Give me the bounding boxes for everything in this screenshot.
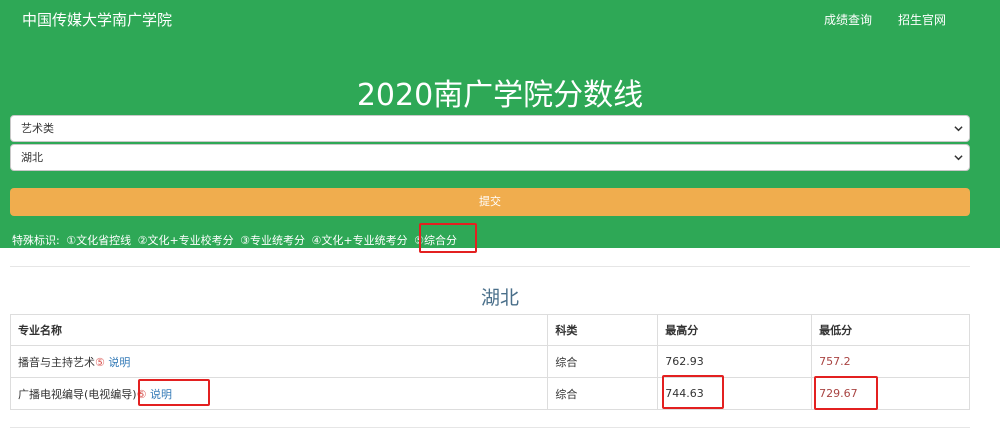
note-link[interactable]: 说明 [108, 356, 130, 369]
divider [10, 427, 970, 428]
category-select[interactable]: 艺术类 [10, 115, 970, 142]
major-name: 播音与主持艺术 [18, 355, 95, 369]
nav-admission-site[interactable]: 招生官网 [898, 11, 946, 28]
composite-badge: ⑤ [95, 355, 105, 369]
chevron-down-icon [954, 126, 963, 132]
highlight-box [138, 379, 210, 406]
submit-button[interactable]: 提交 [10, 188, 970, 216]
column-header-min: 最低分 [811, 314, 970, 346]
column-header-max: 最高分 [657, 314, 813, 346]
type-cell: 综合 [547, 377, 659, 410]
max-score-cell: 762.93 [657, 345, 813, 378]
type-cell: 综合 [547, 345, 659, 378]
column-header-type: 科类 [547, 314, 659, 346]
highlight-box [814, 376, 878, 410]
major-cell: 播音与主持艺术⑤ 说明 [9, 345, 549, 378]
page-title: 2020南广学院分数线 [356, 78, 644, 113]
min-score-cell: 757.2 [811, 345, 970, 378]
site-brand[interactable]: 中国传媒大学南广学院 [22, 9, 172, 30]
chevron-down-icon [954, 155, 963, 161]
legend-item-province-line: ①文化省控线 [66, 234, 132, 247]
legend-label: 特殊标识: [12, 234, 60, 247]
major-name: 广播电视编导(电视编导) [18, 387, 137, 401]
column-header-major: 专业名称 [9, 314, 549, 346]
legend-item-unified-exam: ③专业统考分 [240, 234, 306, 247]
special-marks-legend: 特殊标识: ①文化省控线 ②文化+专业校考分 ③专业统考分 ④文化+专业统考分 … [12, 232, 460, 248]
divider [10, 266, 970, 267]
legend-item-culture-school-exam: ②文化+专业校考分 [137, 234, 234, 247]
category-select-value: 艺术类 [21, 122, 54, 135]
region-heading: 湖北 [480, 287, 519, 309]
nav-score-query[interactable]: 成绩查询 [824, 11, 872, 28]
highlight-box [662, 375, 724, 409]
hero-banner: 中国传媒大学南广学院 成绩查询 招生官网 2020南广学院分数线 艺术类 湖北 … [0, 0, 1000, 248]
legend-item-culture-unified-exam: ④文化+专业统考分 [311, 234, 408, 247]
table-row: 播音与主持艺术⑤ 说明 综合 762.93 757.2 [9, 345, 970, 378]
province-select-value: 湖北 [21, 151, 43, 164]
major-cell: 广播电视编导(电视编导)⑤ 说明 [9, 377, 549, 410]
province-select[interactable]: 湖北 [10, 144, 970, 171]
highlight-box [419, 223, 477, 253]
table-header-row: 专业名称 科类 最高分 最低分 [9, 314, 970, 346]
